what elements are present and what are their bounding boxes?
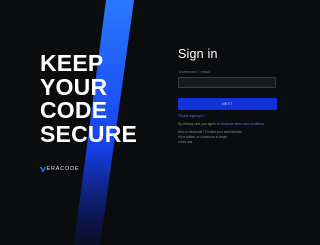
trouble-signing-in-link[interactable]: Trouble signing in? bbox=[178, 114, 205, 118]
terms-text: By clicking next, you agree to bbox=[178, 122, 220, 126]
hero-line-3: CODE bbox=[40, 97, 108, 123]
username-input[interactable] bbox=[178, 77, 276, 88]
logo-text: ERACODE bbox=[46, 166, 80, 172]
help-text-3: a free trial. bbox=[178, 140, 194, 144]
next-button[interactable]: NEXT bbox=[178, 98, 277, 110]
login-page: KEEP YOUR CODE SECURE ERACODE Sign in Us… bbox=[0, 0, 320, 245]
v-logo-icon bbox=[40, 166, 46, 172]
terms-line: By clicking next, you agree to Veracode … bbox=[178, 122, 264, 126]
help-text-1: New to Veracode? Contact your administra… bbox=[178, 130, 243, 134]
terms-link[interactable]: Veracode terms and conditions bbox=[220, 122, 264, 126]
signin-title: Sign in bbox=[178, 47, 218, 61]
hero-headline: KEEP YOUR CODE SECURE bbox=[40, 50, 138, 147]
hero-line-4: SECURE bbox=[40, 120, 138, 147]
help-text-2: to be added, or contact us to begin bbox=[178, 135, 228, 139]
username-label: Username / email bbox=[179, 70, 211, 74]
veracode-logo: ERACODE bbox=[40, 166, 79, 172]
hero-line-1: KEEP bbox=[40, 50, 104, 76]
hero-line-2: YOUR bbox=[40, 73, 108, 100]
